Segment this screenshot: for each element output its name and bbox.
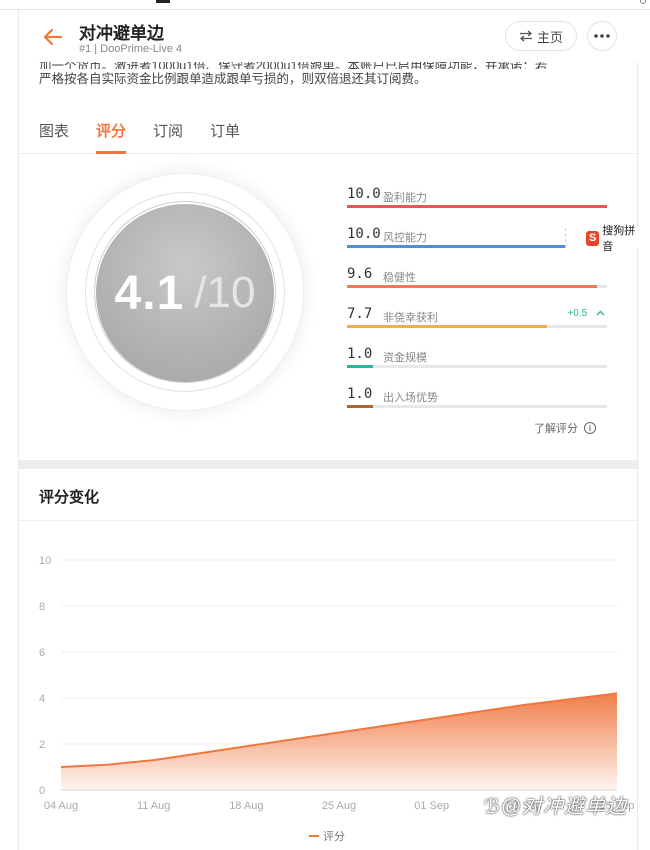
metric-label: 风控能力: [383, 232, 427, 244]
more-dots-icon: [594, 34, 610, 38]
score-max: /10: [194, 268, 256, 317]
x-tick-label: 18 Aug: [229, 800, 263, 812]
metric-profitability: 10.0 盈利能力: [347, 183, 609, 223]
watermark-text: ℬ@对冲避单边: [484, 796, 628, 818]
metric-label: 非侥幸获利: [383, 312, 438, 324]
metric-delta-value: +0.5: [567, 308, 588, 319]
x-tick-label: 01 Sep: [414, 800, 449, 812]
page-title: 对冲避单边: [79, 24, 164, 43]
browser-top-strip: [0, 0, 650, 10]
page-frame: 对冲避单边 #1 | DooPrime-Live 4 主页 加一个货币。激进者1…: [18, 10, 641, 850]
metric-value: 1.0: [347, 386, 373, 402]
learn-rating-label: 了解评分: [534, 423, 578, 435]
y-tick-label: 2: [39, 739, 45, 751]
metric-entry-exit-advantage: 1.0 出入场优势: [347, 383, 609, 423]
metric-track: [347, 405, 607, 408]
more-options-button[interactable]: [587, 21, 617, 51]
score-value: 4.1: [114, 266, 185, 320]
learn-rating-link[interactable]: 了解评分 i: [534, 420, 596, 436]
metric-label: 资金规模: [383, 352, 427, 364]
metric-value: 10.0: [347, 186, 381, 202]
legend-label: 评分: [323, 830, 345, 843]
metric-label: 盈利能力: [383, 192, 427, 204]
metric-label: 稳健性: [383, 272, 416, 284]
tab-subscribe[interactable]: 订阅: [153, 120, 183, 154]
info-icon: i: [584, 422, 596, 434]
metric-track: [347, 285, 607, 288]
x-tick-label: 25 Aug: [322, 800, 356, 812]
y-tick-label: 8: [39, 601, 45, 613]
swap-arrows-icon: [519, 30, 532, 42]
tab-chart[interactable]: 图表: [39, 120, 69, 154]
tab-orders[interactable]: 订单: [210, 120, 240, 154]
metric-track: [347, 365, 607, 368]
header-bar: 对冲避单边 #1 | DooPrime-Live 4 主页: [19, 10, 639, 62]
section-divider: [19, 460, 639, 469]
y-tick-label: 6: [39, 647, 45, 659]
sogou-label: 搜狗拼音: [602, 225, 636, 253]
account-subtitle: #1 | DooPrime-Live 4: [79, 43, 183, 55]
y-tick-label: 10: [39, 555, 51, 567]
metric-stability: 9.6 稳健性: [347, 263, 609, 303]
sogou-ime-toolbar[interactable]: S 搜狗拼音: [565, 225, 641, 253]
top-dash: [156, 0, 170, 3]
metric-value: 9.6: [347, 266, 373, 282]
sogou-s-icon: S: [586, 230, 600, 246]
score-dial: 4.1 /10: [96, 204, 274, 382]
metric-fill: [347, 365, 373, 368]
metric-fill: [347, 205, 607, 208]
chevron-up-icon: [596, 310, 605, 316]
metric-label: 出入场优势: [383, 392, 438, 404]
y-tick-label: 4: [39, 693, 45, 705]
metric-track: [347, 325, 607, 328]
tab-rating[interactable]: 评分: [96, 120, 127, 154]
description-line-2: 严格按各自实际资金比例跟单造成跟单亏损的，则双倍退还其订阅费。: [39, 72, 427, 86]
y-tick-label: 0: [39, 785, 45, 797]
x-tick-label: 11 Aug: [137, 800, 170, 812]
metric-fund-scale: 1.0 资金规模: [347, 343, 609, 383]
top-corner-mark: [640, 0, 646, 4]
back-arrow-icon[interactable]: [41, 26, 65, 48]
series-area: [61, 693, 617, 790]
metric-fill: [347, 325, 548, 328]
metric-non-luck-profit: 7.7 非侥幸获利 +0.5: [347, 303, 609, 343]
metric-track: [347, 205, 607, 208]
rating-change-title: 评分变化: [39, 489, 100, 506]
metric-delta: +0.5: [567, 308, 605, 319]
metric-value: 7.7: [347, 306, 373, 322]
metric-value: 1.0: [347, 346, 373, 362]
home-button-label: 主页: [536, 29, 563, 45]
home-button[interactable]: 主页: [505, 21, 577, 51]
section-title-divider: [19, 520, 639, 521]
tab-bar: 图表 评分 订阅 订单: [19, 110, 639, 154]
metric-fill: [347, 405, 373, 408]
x-tick-label: 04 Aug: [44, 800, 78, 812]
metric-fill: [347, 285, 597, 288]
metric-value: 10.0: [347, 226, 381, 242]
